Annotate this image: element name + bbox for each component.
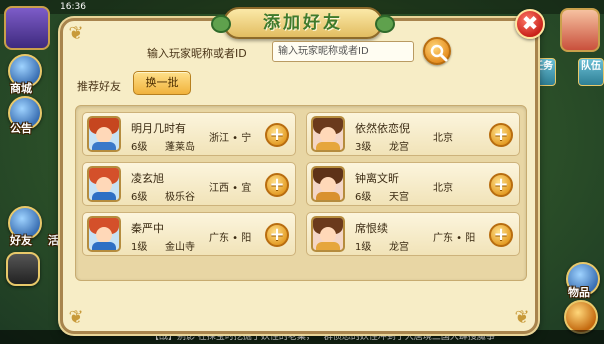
- hud-label-activity: 活: [48, 234, 59, 247]
- avatar: [87, 216, 121, 252]
- friend-card[interactable]: 席恨续 1级 龙宫 广东 • 阳 +: [306, 212, 520, 256]
- friend-sect: 极乐谷: [165, 192, 195, 203]
- avatar: [311, 216, 345, 252]
- recommend-label: 推荐好友: [77, 80, 121, 93]
- avatar: [87, 116, 121, 152]
- friend-list: 明月几时有 6级 蓬莱岛 浙江 • 宁 + 依然依恋倪 3级 龙宫 北京 + 凌…: [75, 105, 527, 281]
- corner-ornament-icon: ❦: [514, 307, 530, 328]
- friend-sect: 天宫: [389, 192, 409, 203]
- friend-sect: 龙宫: [389, 142, 409, 153]
- target-avatar[interactable]: [560, 8, 600, 52]
- friend-level: 3级: [355, 142, 372, 153]
- friend-location: 北京: [433, 183, 453, 194]
- friend-sect: 金山寺: [165, 242, 195, 253]
- friend-location: 江西 • 宜: [209, 183, 252, 194]
- close-button[interactable]: ✖: [515, 9, 545, 39]
- friend-location: 广东 • 阳: [433, 233, 476, 244]
- friend-card[interactable]: 秦严中 1级 金山寺 广东 • 阳 +: [82, 212, 296, 256]
- add-friend-dialog: ❦ ❦ ❦ 添加好友 ✖ 输入玩家昵称或者ID 推荐好友 换一批 明月几时有 6…: [60, 7, 545, 334]
- hud-label-items: 物品: [568, 286, 590, 299]
- friend-level: 6级: [131, 142, 148, 153]
- friend-name: 依然依恋倪: [355, 122, 410, 135]
- friend-level: 1级: [131, 242, 148, 253]
- friend-sect: 龙宫: [389, 242, 409, 253]
- search-input[interactable]: [272, 41, 414, 62]
- friend-sect: 蓬莱岛: [165, 142, 195, 153]
- friend-card[interactable]: 明月几时有 6级 蓬莱岛 浙江 • 宁 +: [82, 112, 296, 156]
- search-button[interactable]: [423, 37, 451, 65]
- add-friend-button[interactable]: +: [265, 223, 289, 247]
- friend-level: 1级: [355, 242, 372, 253]
- avatar: [87, 166, 121, 202]
- friend-location: 广东 • 阳: [209, 233, 252, 244]
- search-label: 输入玩家昵称或者ID: [147, 47, 247, 60]
- hud-label-friends: 好友: [10, 234, 32, 247]
- chat-icon[interactable]: [6, 252, 40, 286]
- leaf-ornament-icon: [375, 15, 395, 33]
- avatar: [311, 166, 345, 202]
- corner-ornament-icon: ❦: [68, 23, 84, 44]
- add-friend-button[interactable]: +: [489, 173, 513, 197]
- friend-level: 6级: [131, 192, 148, 203]
- friend-name: 秦严中: [131, 222, 164, 235]
- corner-ornament-icon: ❦: [68, 307, 84, 328]
- dialog-title-plate: 添加好友: [211, 7, 395, 39]
- add-friend-button[interactable]: +: [265, 173, 289, 197]
- friend-location: 浙江 • 宁: [209, 133, 252, 144]
- leaf-ornament-icon: [211, 15, 231, 33]
- dialog-title: 添加好友: [263, 13, 343, 33]
- hud-label-announcement: 公告: [10, 122, 32, 135]
- avatar: [311, 116, 345, 152]
- friend-location: 北京: [433, 133, 453, 144]
- team-tab[interactable]: 队伍: [578, 58, 604, 86]
- friend-card[interactable]: 依然依恋倪 3级 龙宫 北京 +: [306, 112, 520, 156]
- add-friend-button[interactable]: +: [489, 123, 513, 147]
- friend-name: 钟离文昕: [355, 172, 399, 185]
- friend-card[interactable]: 凌玄旭 6级 极乐谷 江西 • 宜 +: [82, 162, 296, 206]
- friend-level: 6级: [355, 192, 372, 203]
- hud-label-shop: 商城: [10, 82, 32, 95]
- friend-card[interactable]: 钟离文昕 6级 天宫 北京 +: [306, 162, 520, 206]
- friend-name: 凌玄旭: [131, 172, 164, 185]
- add-friend-button[interactable]: +: [265, 123, 289, 147]
- status-time: 16:36: [60, 2, 86, 12]
- search-icon: [430, 44, 448, 62]
- add-friend-button[interactable]: +: [489, 223, 513, 247]
- friend-name: 明月几时有: [131, 122, 186, 135]
- friend-name: 席恨续: [355, 222, 388, 235]
- player-portrait[interactable]: [4, 6, 50, 50]
- refresh-button[interactable]: 换一批: [133, 71, 191, 95]
- settings-close-icon[interactable]: [564, 300, 598, 334]
